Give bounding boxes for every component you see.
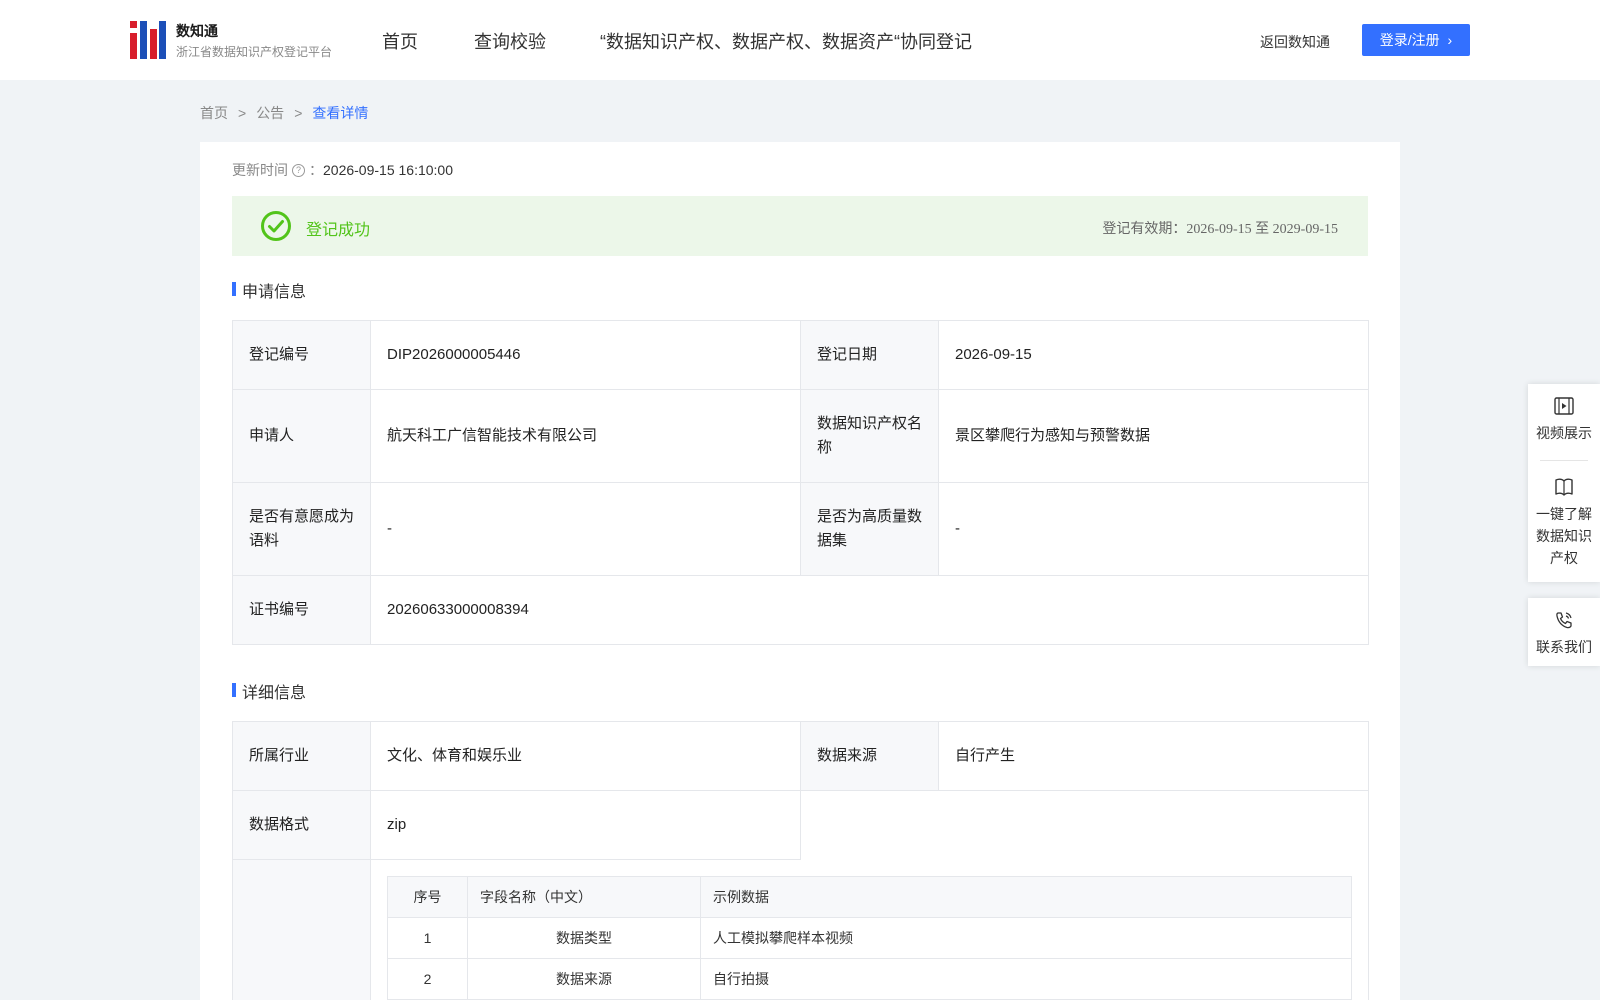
cell-value: 20260633000008394 [370, 575, 1369, 645]
contact-us-label: 联系我们 [1536, 639, 1592, 655]
breadcrumb-separator: > [294, 105, 303, 121]
table-row: 登记编号 DIP2026000005446 登记日期 2026-09-15 [232, 320, 1369, 390]
table-header-row: 序号 字段名称（中文） 示例数据 [387, 876, 1352, 918]
update-time-label: 更新时间 [232, 162, 288, 178]
brand-subtitle: 浙江省数据知识产权登记平台 [176, 45, 333, 59]
cell-field-name: 数据来源 [467, 958, 701, 1000]
nav-query-verify[interactable]: 查询校验 [474, 28, 546, 54]
book-icon [1555, 478, 1573, 496]
cell-label-empty [232, 859, 371, 1000]
update-time-colon: ： [309, 162, 323, 178]
back-to-shuzhitong-link[interactable]: 返回数知通 [1260, 32, 1330, 52]
cell-value: 2026-09-15 [938, 320, 1369, 390]
column-header: 示例数据 [700, 876, 1352, 918]
cell-sample: 自行拍摄 [700, 958, 1352, 1000]
cell-label: 所属行业 [232, 721, 371, 791]
cell-label: 是否有意愿成为语料 [232, 482, 371, 576]
cell-value: - [370, 482, 801, 576]
update-time-row: 更新时间? ：2026-09-15 16:10:00 [232, 160, 453, 180]
breadcrumb-separator: > [238, 105, 247, 121]
learn-ip-label: 一键了解数据知识产权 [1536, 506, 1592, 566]
contact-us-button[interactable]: 联系我们 [1528, 610, 1600, 658]
float-panel-bottom: 联系我们 [1528, 598, 1600, 666]
section-title-apply: 申请信息 [232, 278, 306, 302]
apply-info-table: 登记编号 DIP2026000005446 登记日期 2026-09-15 申请… [232, 320, 1369, 645]
cell-label: 是否为高质量数据集 [800, 482, 939, 576]
cell-label: 申请人 [232, 389, 371, 483]
cell-value: zip [370, 790, 801, 860]
table-row: 是否有意愿成为语料 - 是否为高质量数据集 - [232, 482, 1369, 576]
video-icon [1554, 397, 1574, 415]
cell-value: 景区攀爬行为感知与预警数据 [938, 389, 1369, 483]
breadcrumb: 首页 > 公告 > 查看详情 [200, 103, 368, 123]
cell-label: 登记编号 [232, 320, 371, 390]
column-header: 字段名称（中文） [467, 876, 701, 918]
table-row: 所属行业 文化、体育和娱乐业 数据来源 自行产生 [232, 721, 1369, 791]
login-register-label: 登录/注册 [1379, 32, 1440, 48]
brand-logo-icon[interactable] [130, 21, 166, 59]
status-text: 登记成功 [306, 222, 371, 239]
cell-label: 数据来源 [800, 721, 939, 791]
cell-value: 自行产生 [938, 721, 1369, 791]
validity-period: 登记有效期：2026-09-15 至 2029-09-15 [1102, 222, 1338, 237]
video-display-button[interactable]: 视频展示 [1528, 396, 1600, 460]
nav-joint-registration[interactable]: “数据知识产权、数据产权、数据资产“协同登记 [600, 28, 972, 54]
cell-label: 数据格式 [232, 790, 371, 860]
column-header: 序号 [387, 876, 468, 918]
cell-value: 文化、体育和娱乐业 [370, 721, 801, 791]
phone-icon [1556, 612, 1572, 629]
question-icon[interactable]: ? [292, 163, 305, 177]
cell-label: 数据知识产权名称 [800, 389, 939, 483]
brand-title: 数知通 [176, 23, 218, 39]
top-header: 数知通 浙江省数据知识产权登记平台 首页 查询校验 “数据知识产权、数据产权、数… [0, 0, 1600, 80]
cell-value: 航天科工广信智能技术有限公司 [370, 389, 801, 483]
cell-label: 登记日期 [800, 320, 939, 390]
cell-no: 1 [387, 917, 468, 959]
cell-no: 2 [387, 958, 468, 1000]
breadcrumb-current: 查看详情 [312, 105, 369, 121]
cell-value: - [938, 482, 1369, 576]
learn-ip-button[interactable]: 一键了解数据知识产权 [1528, 461, 1600, 569]
check-circle-icon [261, 211, 291, 241]
cell-field-name: 数据类型 [467, 917, 701, 959]
cell-empty [800, 790, 1369, 860]
detail-card: 更新时间? ：2026-09-15 16:10:00 登记成功 登记有效期：202… [200, 142, 1400, 1000]
update-time-value: 2026-09-15 16:10:00 [323, 162, 453, 178]
video-display-label: 视频展示 [1536, 425, 1592, 441]
table-row: 申请人 航天科工广信智能技术有限公司 数据知识产权名称 景区攀爬行为感知与预警数… [232, 389, 1369, 483]
chevron-right-icon: › [1447, 32, 1453, 48]
float-panel-top: 视频展示 一键了解数据知识产权 [1528, 384, 1600, 582]
fields-table: 序号 字段名称（中文） 示例数据 1 数据类型 人工模拟攀爬样本视频 2 数据来… [387, 876, 1352, 1000]
nav-home[interactable]: 首页 [382, 28, 418, 54]
login-register-button[interactable]: 登录/注册 › [1362, 24, 1470, 56]
cell-value: DIP2026000005446 [370, 320, 801, 390]
table-row: 1 数据类型 人工模拟攀爬样本视频 [387, 917, 1352, 959]
breadcrumb-home[interactable]: 首页 [200, 105, 228, 121]
breadcrumb-announcement[interactable]: 公告 [256, 105, 284, 121]
section-title-detail: 详细信息 [232, 679, 306, 703]
cell-label: 证书编号 [232, 575, 371, 645]
cell-sample: 人工模拟攀爬样本视频 [700, 917, 1352, 959]
status-banner: 登记成功 登记有效期：2026-09-15 至 2029-09-15 [232, 196, 1368, 256]
table-row: 数据格式 zip [232, 790, 1369, 860]
table-row: 2 数据来源 自行拍摄 [387, 958, 1352, 1000]
table-row: 证书编号 20260633000008394 [232, 575, 1369, 645]
